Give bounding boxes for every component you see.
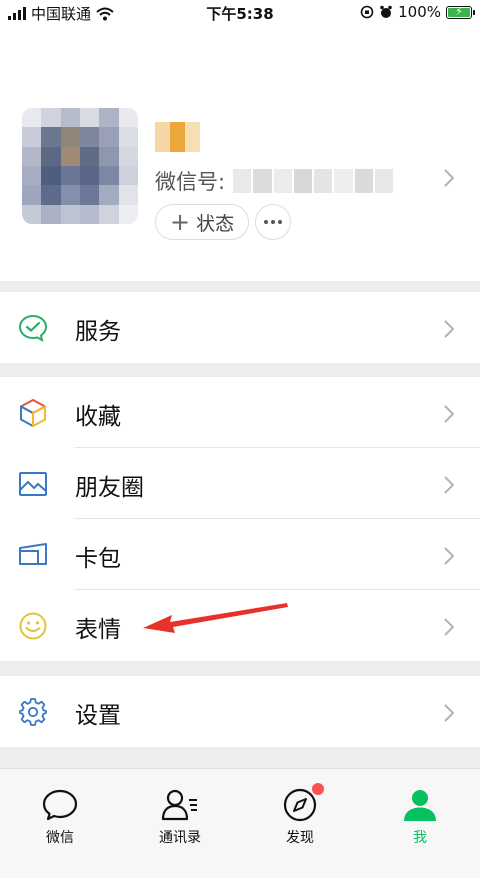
settings-group: 设置: [0, 676, 480, 747]
tab-chats[interactable]: 微信: [0, 769, 120, 878]
menu-item-moments[interactable]: 朋友圈: [0, 448, 480, 519]
services-group: 服务: [0, 292, 480, 363]
orientation-lock-icon: [360, 5, 374, 19]
status-button-label: 状态: [196, 212, 235, 235]
gear-icon: [19, 698, 47, 726]
menu-label-stickers: 表情: [75, 617, 121, 643]
person-icon: [404, 790, 436, 821]
tab-label-contacts: 通讯录: [159, 830, 201, 846]
menu-label-favorites: 收藏: [75, 404, 121, 430]
chevron-right-icon: [444, 704, 454, 722]
menu-item-favorites[interactable]: 收藏: [0, 377, 480, 448]
profile-header[interactable]: 微信号: + 状态: [0, 26, 480, 281]
nickname: [155, 122, 200, 152]
menu-label-moments: 朋友圈: [75, 475, 144, 501]
tab-label-me: 我: [413, 830, 427, 846]
menu-label-cards: 卡包: [75, 546, 121, 572]
menu-item-settings[interactable]: 设置: [0, 676, 480, 747]
features-group: 收藏 朋友圈 卡包 表情: [0, 377, 480, 661]
add-status-button[interactable]: + 状态: [155, 204, 250, 240]
plus-icon: +: [170, 208, 191, 236]
bottom-tab-bar: 微信 通讯录 发现 我: [0, 768, 480, 878]
avatar[interactable]: [22, 108, 138, 224]
status-bar: 中国联通 下午5:38 100% ⚡: [0, 0, 480, 26]
menu-item-services[interactable]: 服务: [0, 292, 480, 363]
wechat-id-value: [233, 169, 394, 193]
tab-discover[interactable]: 发现: [240, 769, 360, 878]
chevron-right-icon: [444, 405, 454, 423]
contacts-person-icon: [161, 789, 197, 821]
tab-label-chats: 微信: [46, 830, 74, 846]
tab-label-discover: 发现: [286, 830, 314, 846]
profile-chevron-right-icon: [444, 169, 454, 187]
card-wallet-icon: [19, 543, 47, 565]
menu-label-settings: 设置: [75, 703, 121, 729]
chevron-right-icon: [444, 476, 454, 494]
landscape-image-icon: [19, 472, 47, 496]
chevron-right-icon: [444, 320, 454, 338]
battery-percent: 100%: [398, 3, 441, 21]
menu-item-stickers[interactable]: 表情: [0, 590, 480, 661]
tab-me[interactable]: 我: [360, 769, 480, 878]
chevron-right-icon: [444, 618, 454, 636]
battery-icon: ⚡: [446, 5, 475, 19]
wechat-id-label: 微信号:: [155, 170, 226, 194]
chevron-right-icon: [444, 547, 454, 565]
smiley-icon: [19, 612, 47, 640]
cube-icon: [20, 399, 46, 427]
menu-item-cards[interactable]: 卡包: [0, 519, 480, 590]
chat-check-icon: [18, 314, 48, 342]
tab-contacts[interactable]: 通讯录: [120, 769, 240, 878]
more-options-button[interactable]: [255, 204, 291, 240]
notification-dot: [312, 783, 324, 795]
speech-bubble-icon: [42, 789, 78, 821]
alarm-icon: [380, 5, 392, 18]
menu-label-services: 服务: [75, 319, 121, 345]
